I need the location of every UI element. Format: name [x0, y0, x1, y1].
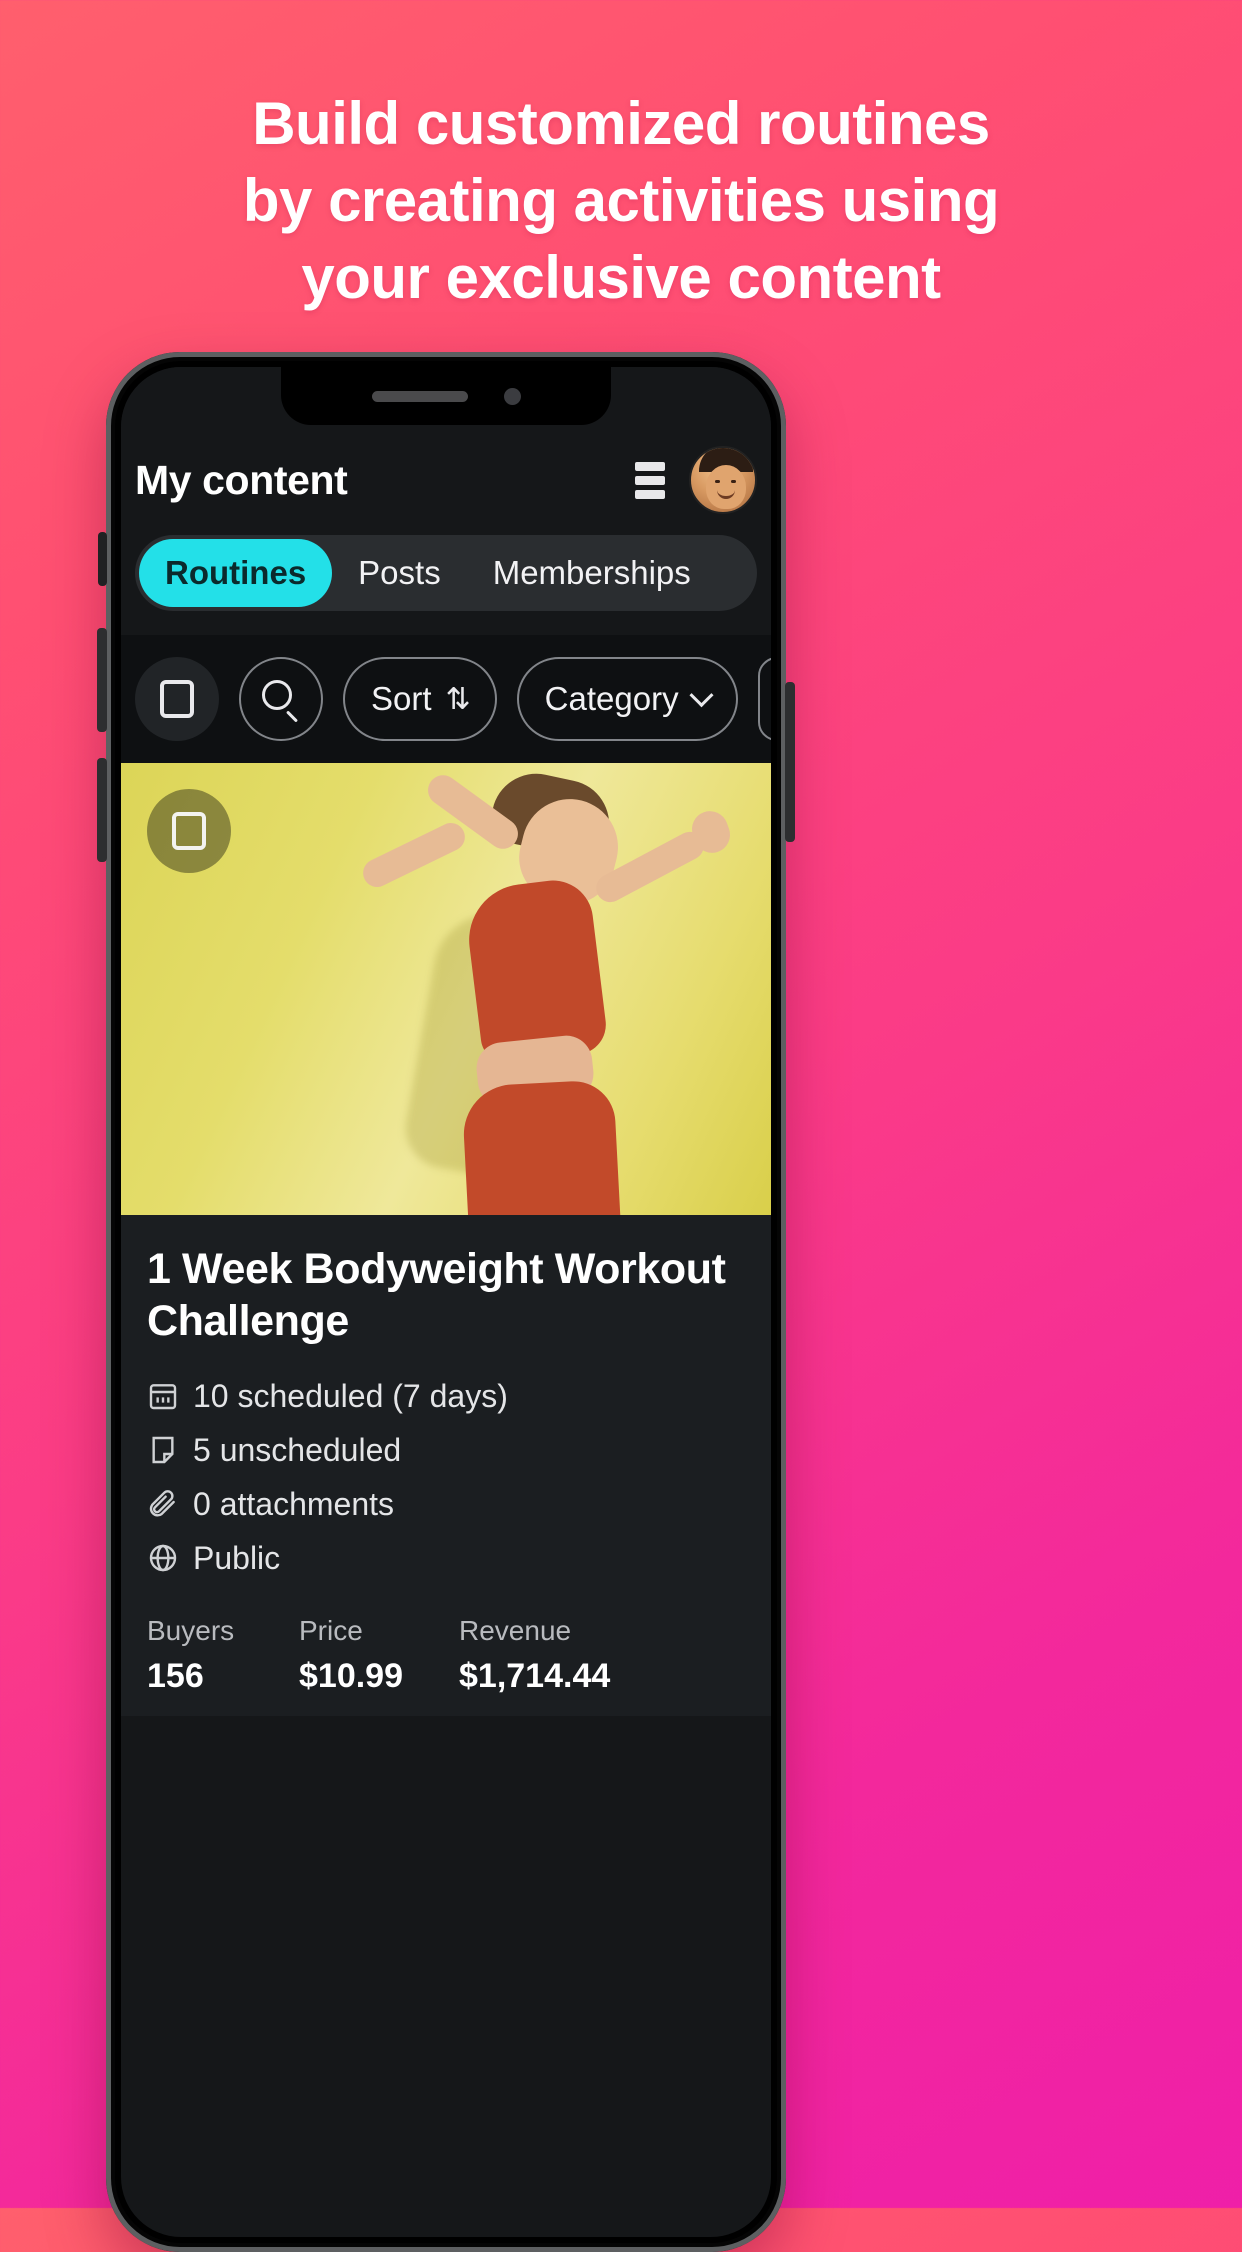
filter-bar: Sort ⇅ Category — [121, 635, 771, 763]
stat-value: $1,714.44 — [459, 1656, 611, 1695]
stat-label: Buyers — [147, 1614, 235, 1646]
category-label: Category — [544, 680, 679, 717]
search-icon — [262, 680, 300, 723]
meta-text: 0 attachments — [193, 1485, 394, 1522]
volume-up-button[interactable] — [97, 628, 107, 732]
more-filters-button[interactable] — [757, 657, 771, 741]
app-header: My content — [121, 425, 771, 535]
phone-mockup: My content Routines Posts Memberships So… — [97, 352, 795, 2252]
user-avatar[interactable] — [689, 446, 757, 514]
stat-value: 156 — [147, 1656, 204, 1695]
meta-row: 10 scheduled (7 days) — [147, 1378, 745, 1415]
chevron-down-icon — [689, 682, 714, 707]
routine-cover-image — [121, 763, 771, 1215]
meta-text: Public — [193, 1539, 281, 1576]
list-view-icon[interactable] — [635, 461, 671, 499]
checkbox-square-icon — [172, 812, 206, 850]
sort-button[interactable]: Sort ⇅ — [343, 657, 497, 741]
phone-screen: My content Routines Posts Memberships So… — [121, 367, 771, 2237]
meta-row: Public — [147, 1540, 745, 1577]
stat-revenue: Revenue $1,714.44 — [459, 1615, 610, 1696]
meta-text: 5 unscheduled — [193, 1431, 402, 1468]
tab-memberships[interactable]: Memberships — [467, 539, 717, 607]
tab-posts[interactable]: Posts — [332, 539, 467, 607]
category-button[interactable]: Category — [516, 657, 738, 741]
routine-card[interactable]: 1 Week Bodyweight Workout Challenge 10 s… — [121, 763, 771, 1716]
calendar-icon — [147, 1380, 179, 1412]
stat-label: Revenue — [459, 1614, 572, 1646]
earpiece-speaker — [371, 390, 468, 402]
note-icon — [147, 1434, 179, 1466]
page-headline: Build customized routines by creating ac… — [0, 86, 1242, 316]
search-button[interactable] — [239, 657, 323, 741]
mute-switch[interactable] — [98, 532, 107, 586]
sort-label: Sort — [371, 680, 432, 717]
card-select-checkbox[interactable] — [147, 789, 231, 873]
checkbox-square-icon — [160, 680, 194, 718]
page-title: My content — [135, 456, 348, 503]
meta-row: 5 unscheduled — [147, 1432, 745, 1469]
select-all-button[interactable] — [135, 657, 219, 741]
power-button[interactable] — [785, 682, 795, 842]
routine-stats: Buyers 156 Price $10.99 Revenue $1,714.4… — [147, 1615, 745, 1716]
front-camera — [503, 387, 521, 405]
sort-arrows-icon: ⇅ — [445, 682, 471, 716]
routine-card-body: 1 Week Bodyweight Workout Challenge 10 s… — [121, 1215, 771, 1716]
routine-meta-list: 10 scheduled (7 days) 5 unscheduled 0 at… — [147, 1378, 745, 1577]
meta-text: 10 scheduled (7 days) — [193, 1377, 508, 1414]
stat-buyers: Buyers 156 — [147, 1615, 299, 1696]
stat-value: $10.99 — [299, 1656, 403, 1695]
phone-notch — [281, 367, 611, 425]
meta-row: 0 attachments — [147, 1486, 745, 1523]
paperclip-icon — [147, 1488, 179, 1520]
stat-label: Price — [299, 1614, 363, 1646]
stat-price: Price $10.99 — [299, 1615, 459, 1696]
headline-line-1: Build customized routines — [252, 90, 990, 157]
headline-line-2: by creating activities using — [242, 166, 1000, 234]
tab-routines[interactable]: Routines — [139, 539, 333, 607]
routine-title: 1 Week Bodyweight Workout Challenge — [147, 1245, 726, 1346]
tab-group: Routines Posts Memberships — [135, 535, 757, 611]
globe-icon — [147, 1542, 179, 1574]
tabs-bar: Routines Posts Memberships — [121, 535, 771, 635]
headline-line-3: your exclusive content — [301, 243, 941, 311]
header-actions — [635, 446, 757, 514]
volume-down-button[interactable] — [97, 758, 107, 862]
